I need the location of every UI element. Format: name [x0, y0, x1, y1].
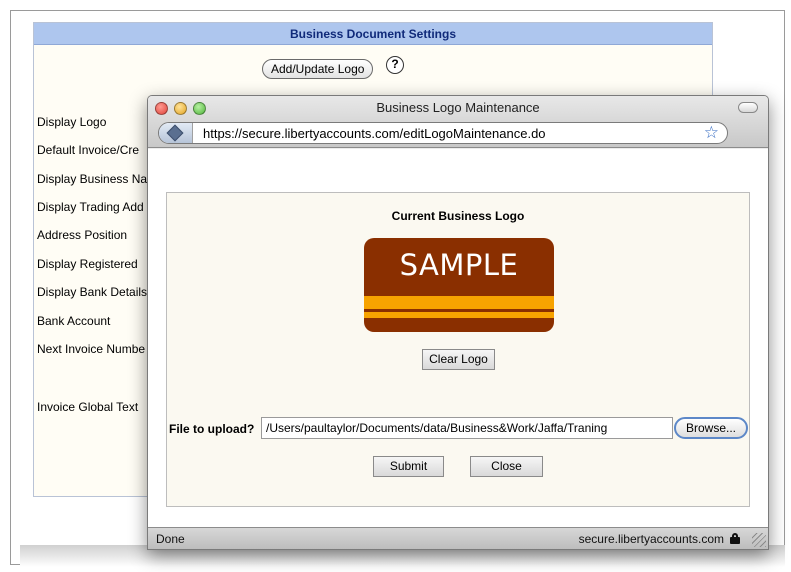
label-display-bank-details: Display Bank Details [37, 285, 148, 299]
lock-icon[interactable] [730, 533, 740, 544]
label-display-logo: Display Logo [37, 115, 107, 129]
site-identity-icon [166, 124, 184, 142]
clear-logo-button[interactable]: Clear Logo [422, 349, 495, 370]
label-default-invoice: Default Invoice/Cre [37, 143, 140, 157]
status-domain: secure.libertyaccounts.com [578, 532, 724, 546]
browse-button[interactable]: Browse... [674, 417, 748, 439]
logo-panel: Current Business Logo SAMPLE Clear Logo … [166, 192, 750, 507]
file-path-input[interactable] [261, 417, 673, 439]
toolbar-toggle-icon[interactable] [738, 102, 758, 113]
add-update-logo-button[interactable]: Add/Update Logo [262, 59, 374, 79]
logo-heading: Current Business Logo [391, 209, 525, 223]
help-icon[interactable]: ? [386, 56, 404, 74]
settings-title: Business Document Settings [34, 23, 712, 45]
add-logo-row: Add/Update Logo ? [262, 56, 404, 79]
lock-body [730, 537, 740, 544]
logo-stripe [364, 312, 554, 318]
status-text: Done [156, 532, 185, 546]
current-logo-image: SAMPLE [364, 238, 554, 332]
label-address-position: Address Position [37, 228, 128, 242]
label-display-registered: Display Registered [37, 257, 138, 271]
file-upload-label: File to upload? [169, 422, 255, 436]
logo-maintenance-window: Business Logo Maintenance https://secure… [147, 95, 769, 550]
resize-grip-icon[interactable] [752, 533, 766, 547]
window-titlebar[interactable]: Business Logo Maintenance https://secure… [148, 96, 768, 148]
content-area: Current Business Logo SAMPLE Clear Logo … [148, 149, 768, 527]
window-title: Business Logo Maintenance [376, 100, 540, 115]
label-bank-account: Bank Account [37, 314, 111, 328]
label-display-trading-address: Display Trading Add [37, 200, 144, 214]
logo-stripe [364, 296, 554, 309]
submit-button[interactable]: Submit [373, 456, 444, 477]
address-bar[interactable]: https://secure.libertyaccounts.com/editL… [158, 122, 728, 144]
sample-logo-text: SAMPLE [399, 248, 519, 282]
close-button[interactable]: Close [470, 456, 543, 477]
status-bar: Done secure.libertyaccounts.com [148, 527, 768, 549]
label-invoice-global-text: Invoice Global Text [37, 400, 139, 414]
label-next-invoice-number: Next Invoice Numbe [37, 342, 146, 356]
site-identity-button[interactable] [159, 123, 193, 143]
label-display-business-name: Display Business Na [37, 172, 148, 186]
url-text[interactable]: https://secure.libertyaccounts.com/editL… [203, 126, 546, 141]
bookmark-star-icon[interactable]: ☆ [704, 123, 719, 143]
